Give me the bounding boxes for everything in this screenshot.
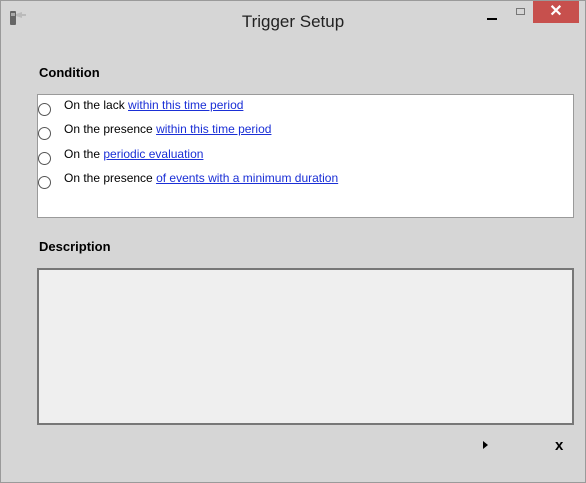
description-label: Description <box>39 239 111 254</box>
condition-list: On the lack within this time period On t… <box>37 94 574 218</box>
option-prefix: On the presence <box>64 122 157 136</box>
close-button[interactable]: ✕ <box>533 1 579 23</box>
minimize-button[interactable] <box>476 3 506 25</box>
option-prefix: On the presence <box>64 171 157 185</box>
option-link[interactable]: within this time period <box>128 98 243 112</box>
title-bar[interactable]: Trigger Setup ✕ <box>1 1 585 43</box>
close-icon: ✕ <box>549 3 563 20</box>
option-link[interactable]: of events with a minimum duration <box>156 171 338 185</box>
radio-button[interactable] <box>38 152 51 165</box>
condition-label: Condition <box>39 65 100 80</box>
close-dialog-button[interactable]: x <box>555 437 563 454</box>
radio-button[interactable] <box>38 127 51 140</box>
radio-button[interactable] <box>38 176 51 189</box>
radio-button[interactable] <box>38 103 51 116</box>
option-prefix: On the lack <box>64 98 129 112</box>
description-textarea[interactable] <box>37 268 574 425</box>
option-link[interactable]: within this time period <box>156 122 271 136</box>
play-arrow-icon[interactable] <box>483 441 488 449</box>
option-prefix: On the <box>64 147 104 161</box>
maximize-button[interactable] <box>507 3 533 25</box>
trigger-setup-window: Trigger Setup ✕ Condition On the lack wi… <box>0 0 586 483</box>
option-link[interactable]: periodic evaluation <box>103 147 203 161</box>
